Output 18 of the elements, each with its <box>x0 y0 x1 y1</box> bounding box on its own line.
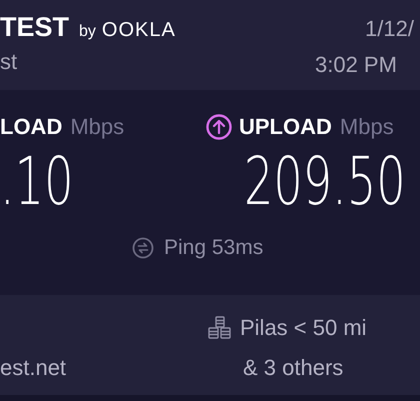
server-stack-icon <box>208 316 232 340</box>
ping-icon <box>132 237 154 259</box>
server-name: Pilas < 50 mi <box>240 315 367 341</box>
speed-value: .10 <box>0 144 74 220</box>
speed-value: 209.50 <box>244 144 406 220</box>
server-note: & 3 others <box>243 355 344 381</box>
brand-name: OOKLA <box>102 19 176 42</box>
test-time: 3:02 PM <box>315 52 397 78</box>
result-label: LOAD <box>0 114 62 140</box>
result-label: UPLOAD <box>239 114 332 140</box>
unit-label: Mbps <box>70 114 124 140</box>
test-date: 1/12/ <box>364 16 414 42</box>
ping-result: Ping 53ms <box>164 236 264 260</box>
subtitle: st <box>0 49 18 75</box>
provider-name: est.net <box>0 355 68 381</box>
logo-by: by <box>79 23 96 41</box>
unit-label: Mbps <box>340 114 394 140</box>
logo-text: TEST <box>0 12 70 43</box>
